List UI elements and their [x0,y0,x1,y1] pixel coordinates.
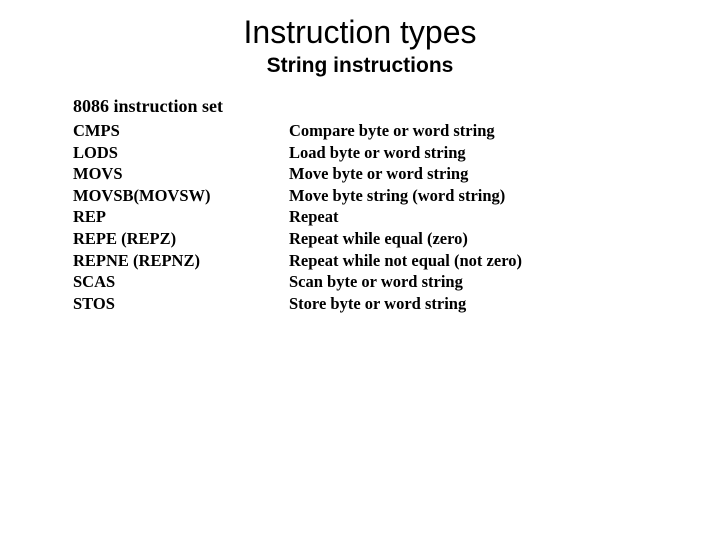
description: Repeat [289,207,339,227]
description: Repeat while not equal (not zero) [289,250,522,270]
slide-subtitle: String instructions [266,54,454,77]
description: Scan byte or word string [289,272,463,292]
mnemonic: REPNE (REPNZ) [73,250,200,270]
description: Store byte or word string [289,293,467,313]
mnemonic-column: CMPS LODS MOVS MOVSB(MOVSW) REP REPE (RE… [73,120,211,314]
description: Repeat while equal (zero) [289,228,468,248]
slide-title: Instruction types [243,14,477,50]
mnemonic: STOS [73,293,115,313]
description: Move byte string (word string) [289,185,506,205]
mnemonic: CMPS [73,121,120,140]
description-column: Compare byte or word string Load byte or… [289,120,522,314]
description: Compare byte or word string [289,121,495,140]
description: Move byte or word string [289,164,469,184]
description: Load byte or word string [289,142,466,162]
mnemonic: REP [73,207,106,227]
mnemonic: REPE (REPZ) [73,228,177,248]
mnemonic: LODS [73,142,118,162]
section-heading: 8086 instruction set [73,96,223,116]
mnemonic: MOVSB(MOVSW) [73,185,211,205]
mnemonic: SCAS [73,272,116,292]
mnemonic: MOVS [73,164,123,184]
